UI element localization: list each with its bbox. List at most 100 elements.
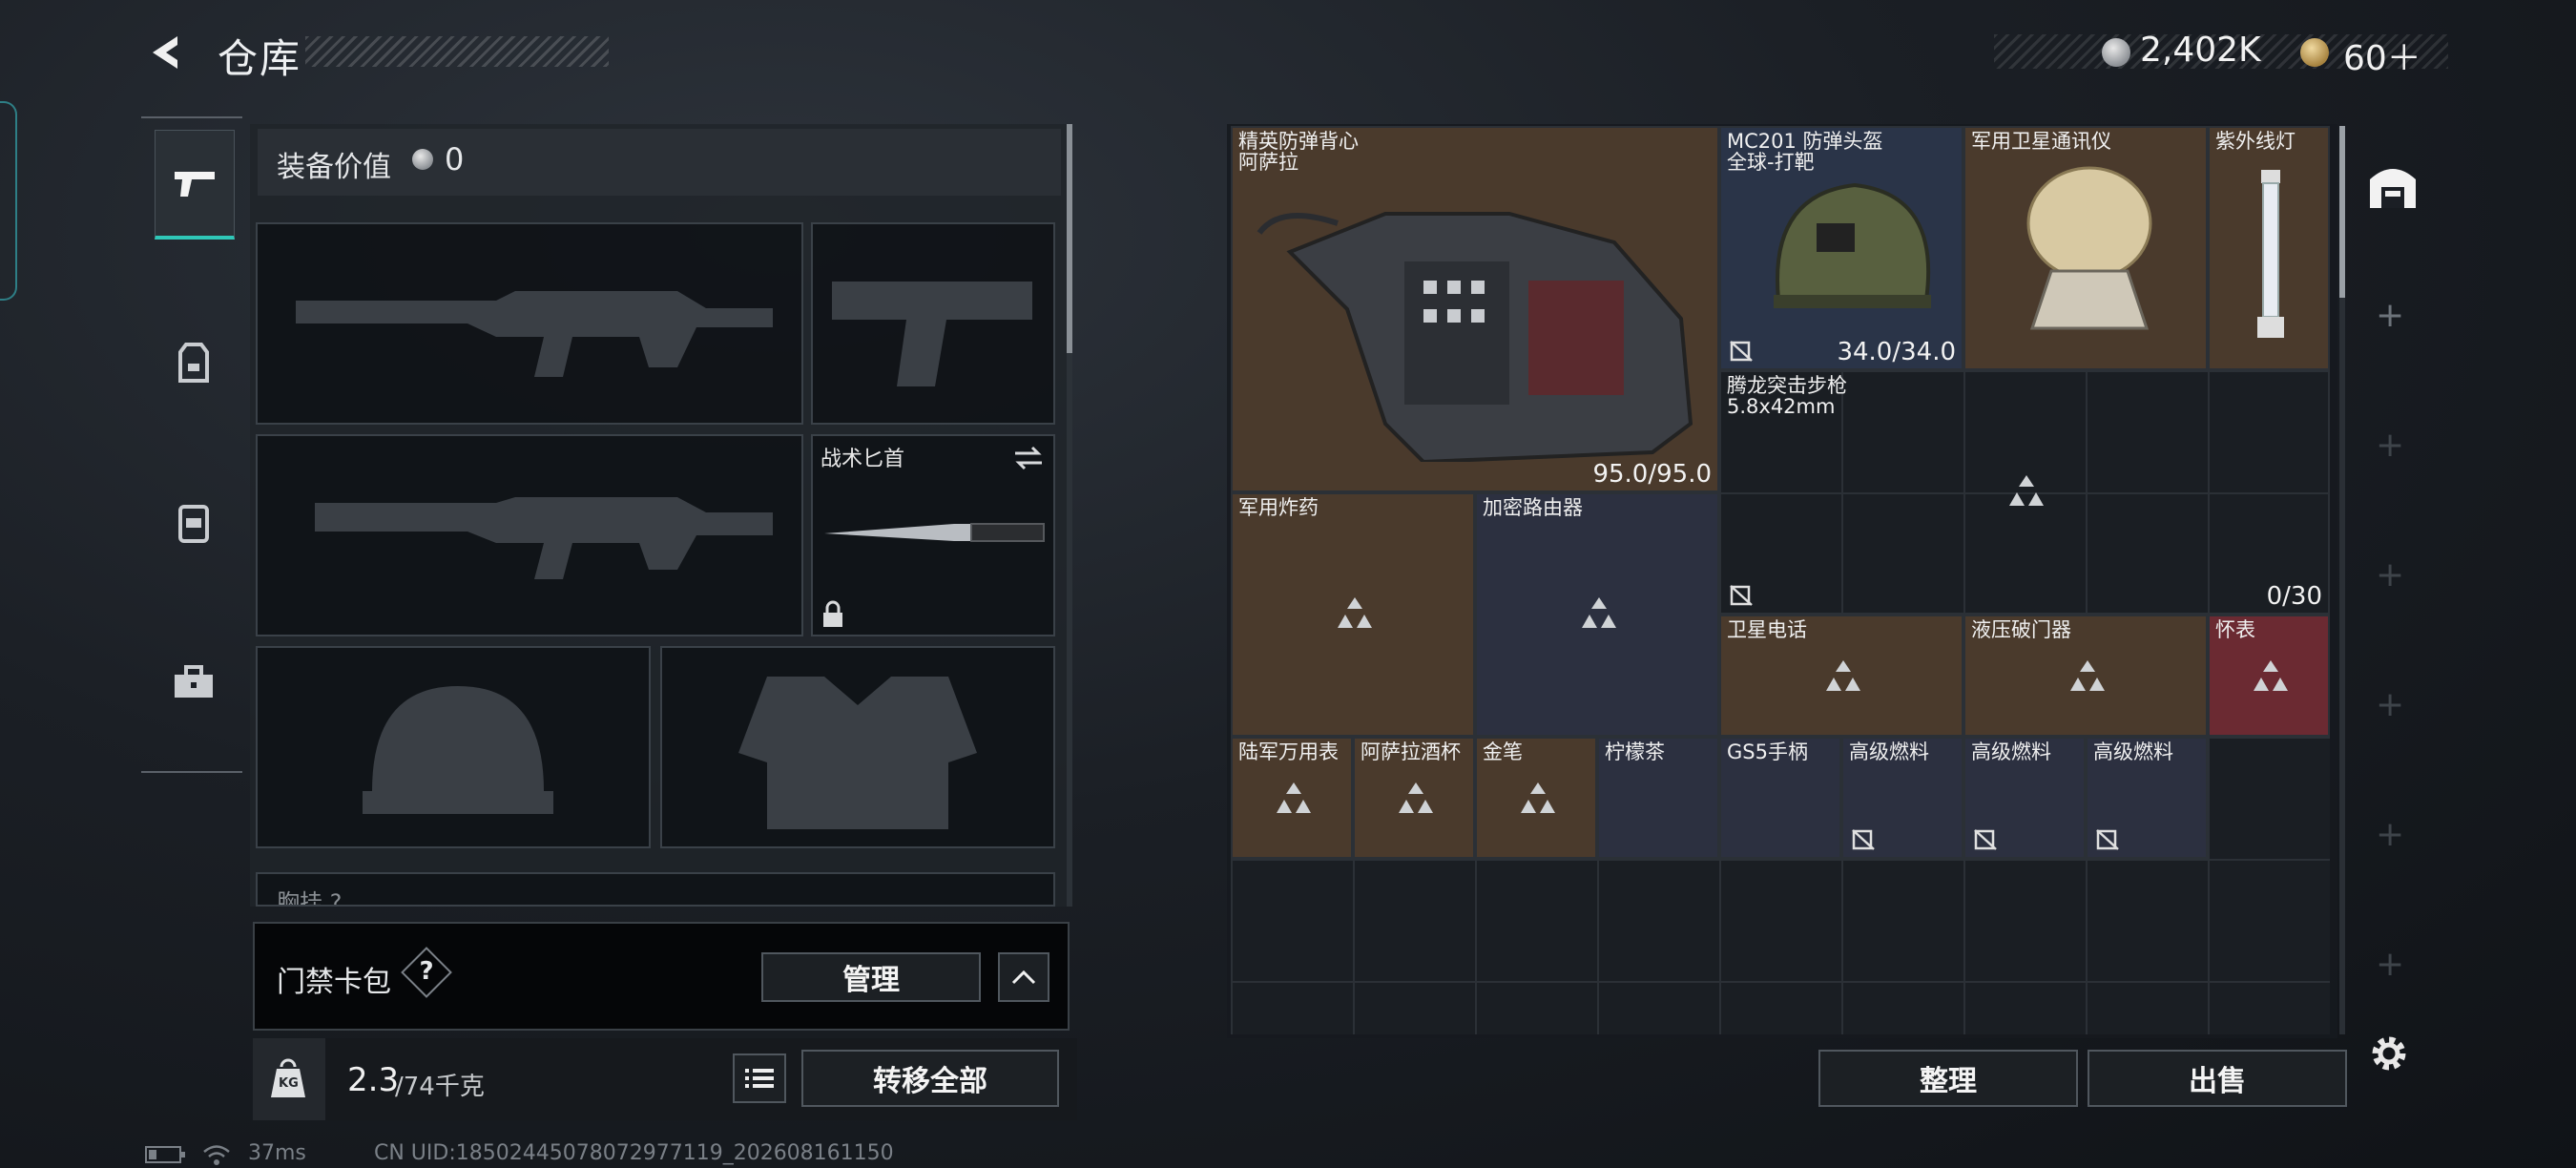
title-decoration <box>305 36 609 67</box>
item-military-explosive[interactable]: 军用炸药 <box>1231 492 1475 737</box>
item-name: 陆军万用表 <box>1238 740 1339 763</box>
side-drawer-handle[interactable] <box>0 101 17 301</box>
item-lemon-tea[interactable]: 柠檬茶 <box>1597 737 1719 859</box>
tab-backpack[interactable] <box>155 470 233 575</box>
add-storage-button[interactable]: + <box>2376 945 2404 984</box>
expand-button[interactable] <box>998 952 1049 1002</box>
settings-gear-icon[interactable] <box>2366 1031 2412 1076</box>
unknown-item-icon <box>1338 597 1372 628</box>
item-gs5-grip[interactable]: GS5手柄 <box>1719 737 1841 859</box>
uv-lamp-image <box>2257 170 2284 338</box>
item-name: 紫外线灯 <box>2215 130 2296 153</box>
item-encrypted-router[interactable]: 加密路由器 <box>1475 492 1719 737</box>
item-name: GS5手柄 <box>1727 740 1808 763</box>
item-name: 精英防弹背心 阿萨拉 <box>1238 130 1359 174</box>
warehouse-tab[interactable] <box>2364 156 2421 233</box>
tab-weapons[interactable] <box>155 130 235 240</box>
helmet-silhouette-icon <box>363 686 553 814</box>
item-durability: 95.0/95.0 <box>1592 460 1712 489</box>
item-premium-fuel[interactable]: 高级燃料 <box>1963 737 2086 859</box>
item-hydraulic-breacher[interactable]: 液压破门器 <box>1963 615 2208 737</box>
page-title: 仓库 <box>218 35 302 82</box>
no-trade-icon <box>2096 829 2119 850</box>
unknown-item-icon <box>2070 660 2105 691</box>
item-army-multimeter[interactable]: 陆军万用表 <box>1231 737 1353 859</box>
melee-slot[interactable]: 战术匕首 <box>811 434 1055 636</box>
item-name: 柠檬茶 <box>1605 740 1665 763</box>
add-storage-button[interactable]: + <box>2376 555 2404 594</box>
add-storage-button[interactable]: + <box>2376 685 2404 724</box>
manage-button[interactable]: 管理 <box>761 952 981 1002</box>
toolbox-icon <box>175 665 213 698</box>
add-storage-button[interactable]: + <box>2376 296 2404 335</box>
item-name: 军用炸药 <box>1238 496 1319 519</box>
item-mc201-helmet[interactable]: MC201 防弹头盔 全球-打靶 34.0/34.0 <box>1719 126 1963 370</box>
rifle-silhouette-icon <box>315 497 773 579</box>
sort-button[interactable]: 整理 <box>1818 1050 2078 1107</box>
pistol-icon <box>175 172 215 197</box>
item-name: 液压破门器 <box>1971 618 2071 641</box>
equipment-scroll-thumb[interactable] <box>1067 124 1072 353</box>
chevron-up-icon <box>1011 970 1036 985</box>
silver-coin-icon <box>2102 38 2130 67</box>
sell-button[interactable]: 出售 <box>2088 1050 2347 1107</box>
chest-rig-slot[interactable]: 胸挂 ? <box>256 872 1055 907</box>
no-trade-icon <box>1852 829 1875 850</box>
armor-icon <box>178 343 209 383</box>
item-name: 金笔 <box>1483 740 1523 763</box>
item-ammo: 0/30 <box>2266 582 2322 611</box>
tab-supplies[interactable] <box>155 630 233 735</box>
unknown-item-icon <box>1826 660 1860 691</box>
item-asala-cup[interactable]: 阿萨拉酒杯 <box>1353 737 1475 859</box>
list-icon <box>745 1069 774 1088</box>
add-storage-button[interactable]: + <box>2376 426 2404 465</box>
weight-icon-text: KG <box>279 1076 299 1091</box>
item-name: 高级燃料 <box>2093 740 2173 763</box>
gold-amount[interactable]: 60＋ <box>2343 31 2421 80</box>
swap-icon[interactable] <box>1011 444 1046 472</box>
item-uv-lamp[interactable]: 紫外线灯 <box>2208 126 2330 370</box>
melee-slot-label: 战术匕首 <box>821 448 905 471</box>
item-name: 腾龙突击步枪 5.8x42mm <box>1727 374 1847 418</box>
keycard-label: 门禁卡包 <box>277 966 391 999</box>
item-pocket-watch[interactable]: 怀表 <box>2208 615 2330 737</box>
helmet-slot[interactable] <box>256 646 651 848</box>
storage-scroll-thumb[interactable] <box>2339 126 2345 298</box>
item-name: 怀表 <box>2215 618 2255 641</box>
item-premium-fuel[interactable]: 高级燃料 <box>1841 737 1963 859</box>
tab-equipment[interactable] <box>155 311 233 416</box>
uid-readout: CN UID:18502445078072977119_202608161150 <box>374 1141 894 1165</box>
knife-icon <box>824 523 1045 542</box>
wifi-icon <box>203 1145 230 1165</box>
sidearm-slot[interactable] <box>811 222 1055 425</box>
item-satcom[interactable]: 军用卫星通讯仪 <box>1963 126 2208 370</box>
unknown-item-icon <box>1399 782 1433 813</box>
equipment-value: 0 <box>445 141 465 177</box>
vest-image <box>1257 212 1693 462</box>
silver-coin-icon <box>412 149 433 170</box>
item-name: 高级燃料 <box>1849 740 1929 763</box>
pistol-silhouette-icon <box>832 282 1032 386</box>
weight-current: 2.3 <box>347 1061 400 1099</box>
item-satellite-phone[interactable]: 卫星电话 <box>1719 615 1963 737</box>
armor-slot[interactable] <box>660 646 1055 848</box>
primary-weapon-slot[interactable] <box>256 222 803 425</box>
unknown-item-icon <box>2009 475 2044 506</box>
item-gold-pen[interactable]: 金笔 <box>1475 737 1597 859</box>
help-icon[interactable]: ? <box>416 957 437 986</box>
gold-coin-icon <box>2300 38 2329 67</box>
no-trade-icon <box>1730 585 1753 606</box>
item-name: 卫星电话 <box>1727 618 1807 641</box>
item-name: 高级燃料 <box>1971 740 2051 763</box>
list-view-button[interactable] <box>733 1053 786 1103</box>
transfer-all-button[interactable]: 转移全部 <box>801 1050 1059 1107</box>
item-tenglong-rifle[interactable]: 腾龙突击步枪 5.8x42mm 0/30 <box>1719 370 2330 615</box>
item-premium-fuel[interactable]: 高级燃料 <box>2086 737 2208 859</box>
no-trade-icon <box>1974 829 1997 850</box>
item-name: 军用卫星通讯仪 <box>1971 130 2111 153</box>
back-arrow-icon[interactable] <box>143 31 187 74</box>
item-elite-vest[interactable]: 精英防弹背心 阿萨拉 95.0/95.0 <box>1231 126 1719 492</box>
battery-icon <box>145 1146 185 1163</box>
secondary-weapon-slot[interactable] <box>256 434 803 636</box>
add-storage-button[interactable]: + <box>2376 815 2404 854</box>
